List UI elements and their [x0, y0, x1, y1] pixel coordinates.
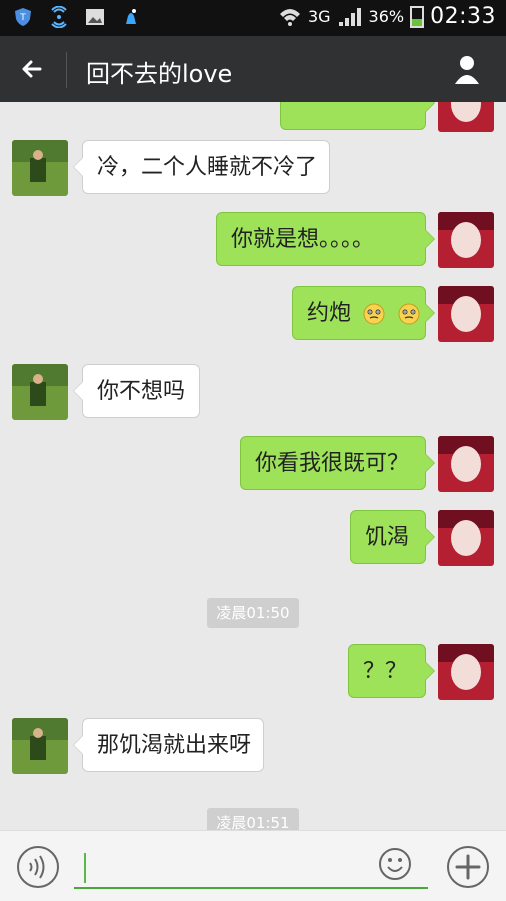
contact-avatar-right[interactable] — [438, 102, 494, 132]
message-text: 冷，二个人睡就不冷了 — [97, 155, 318, 180]
contact-avatar-right[interactable] — [438, 644, 494, 700]
message-bubble[interactable]: 你不想吗 — [73, 364, 200, 418]
network-type-label: 3G — [307, 7, 331, 26]
svg-text:T: T — [19, 13, 26, 23]
chat-header: 回不去的love — [0, 36, 506, 102]
message-bubble[interactable]: 你看我很既可？ — [240, 436, 435, 490]
status-right: 3G 36% 02:33 — [278, 4, 496, 29]
profile-icon[interactable] — [450, 52, 484, 86]
message-bubble[interactable]: 冷，二个人睡就不冷了 — [73, 140, 330, 194]
message-bubble[interactable]: 那饥渴就出来呀 — [73, 718, 264, 772]
battery-percentage: 36% — [368, 7, 405, 26]
chat-title: 回不去的love — [86, 60, 233, 88]
message-text: ？？ — [363, 659, 408, 684]
message-text: 你不想吗 — [97, 379, 186, 404]
contact-avatar-right[interactable] — [438, 286, 494, 342]
message-text: 约炮 — [307, 301, 352, 326]
contact-avatar-right[interactable] — [438, 510, 494, 566]
clock: 02:33 — [430, 4, 496, 29]
message-input[interactable] — [92, 855, 366, 887]
header-divider — [66, 52, 67, 88]
message-text: 你就是想。。。。 — [231, 227, 375, 252]
message-bubble[interactable]: ？？ — [348, 644, 435, 698]
back-arrow-icon[interactable] — [18, 54, 50, 84]
message-text: 饥渴 — [365, 525, 410, 550]
cellular-signal-icon — [338, 7, 361, 26]
notification-icon — [120, 6, 142, 28]
timestamp: 凌晨01:50 — [207, 598, 299, 628]
shield-app-icon: T — [12, 6, 34, 28]
wireless-signal-icon — [48, 6, 70, 28]
emoji-picker-icon[interactable] — [378, 847, 412, 881]
voice-input-icon[interactable] — [16, 845, 60, 889]
message-bubble[interactable]: 你就是想。。。。 — [216, 212, 435, 266]
flushed-emoji-icon — [398, 303, 420, 325]
status-bar: T 3G 36% 02:33 — [0, 0, 506, 36]
contact-avatar-right[interactable] — [438, 212, 494, 268]
contact-avatar-right[interactable] — [438, 436, 494, 492]
battery-icon — [410, 5, 425, 28]
timestamp: 凌晨01:51 — [207, 808, 299, 830]
message-text: 那饥渴就出来呀 — [97, 733, 252, 758]
message-input-field[interactable] — [74, 853, 428, 889]
add-attachment-icon[interactable] — [446, 845, 490, 889]
wifi-icon — [279, 8, 300, 26]
message-text: 你看我很既可？ — [255, 451, 410, 476]
user-avatar-left[interactable] — [12, 140, 68, 196]
text-cursor — [84, 853, 86, 883]
flushed-emoji-icon — [363, 303, 385, 325]
message-bubble[interactable] — [280, 102, 435, 130]
user-avatar-left[interactable] — [12, 364, 68, 420]
chat-thread[interactable]: 冷，二个人睡就不冷了 你就是想。。。。 约炮 你不想吗 你看我很既可？ 饥渴 凌… — [0, 102, 506, 830]
message-bubble[interactable]: 饥渴 — [350, 510, 435, 564]
user-avatar-left[interactable] — [12, 718, 68, 774]
gallery-icon — [84, 6, 106, 28]
status-icons: T — [12, 6, 142, 28]
message-input-bar — [0, 830, 506, 901]
message-bubble[interactable]: 约炮 — [292, 286, 435, 340]
